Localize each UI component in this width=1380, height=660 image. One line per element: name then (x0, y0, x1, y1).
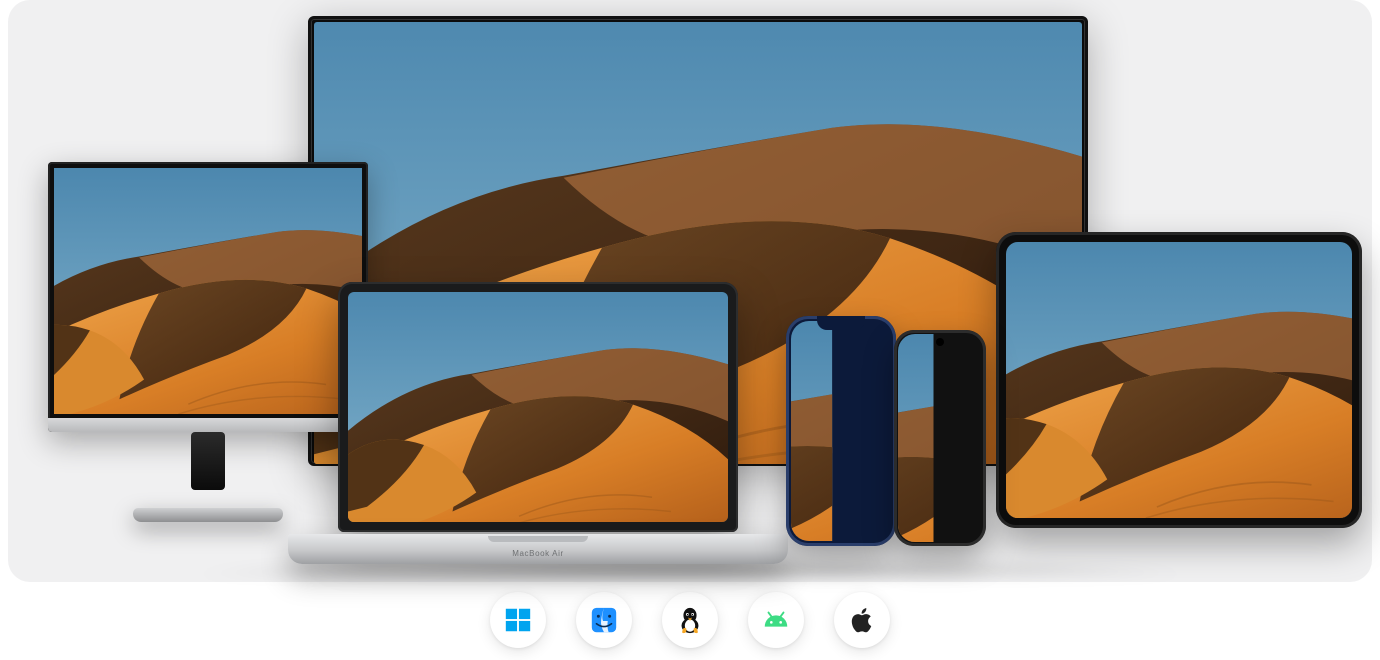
device-showcase-stage: MacBook Air (8, 0, 1372, 582)
platform-icon-row (0, 592, 1380, 648)
apple-icon (847, 605, 877, 635)
platform-linux (662, 592, 718, 648)
device-phone-2 (894, 330, 986, 546)
laptop-brand-label: MacBook Air (288, 549, 788, 558)
platform-macos (576, 592, 632, 648)
tablet-screen (1006, 242, 1352, 518)
platform-ios (834, 592, 890, 648)
tux-icon (675, 605, 705, 635)
phone-2-screen (898, 334, 982, 542)
windows-icon (503, 605, 533, 635)
android-icon (761, 605, 791, 635)
device-laptop: MacBook Air (288, 282, 788, 564)
phone-notch (817, 316, 865, 330)
device-tablet (996, 232, 1362, 528)
phone-1-screen (791, 321, 891, 541)
finder-icon (589, 605, 619, 635)
phone-punch-hole (936, 338, 944, 346)
device-phone-1 (786, 316, 896, 546)
platform-windows (490, 592, 546, 648)
platform-android (748, 592, 804, 648)
laptop-screen (348, 292, 728, 522)
